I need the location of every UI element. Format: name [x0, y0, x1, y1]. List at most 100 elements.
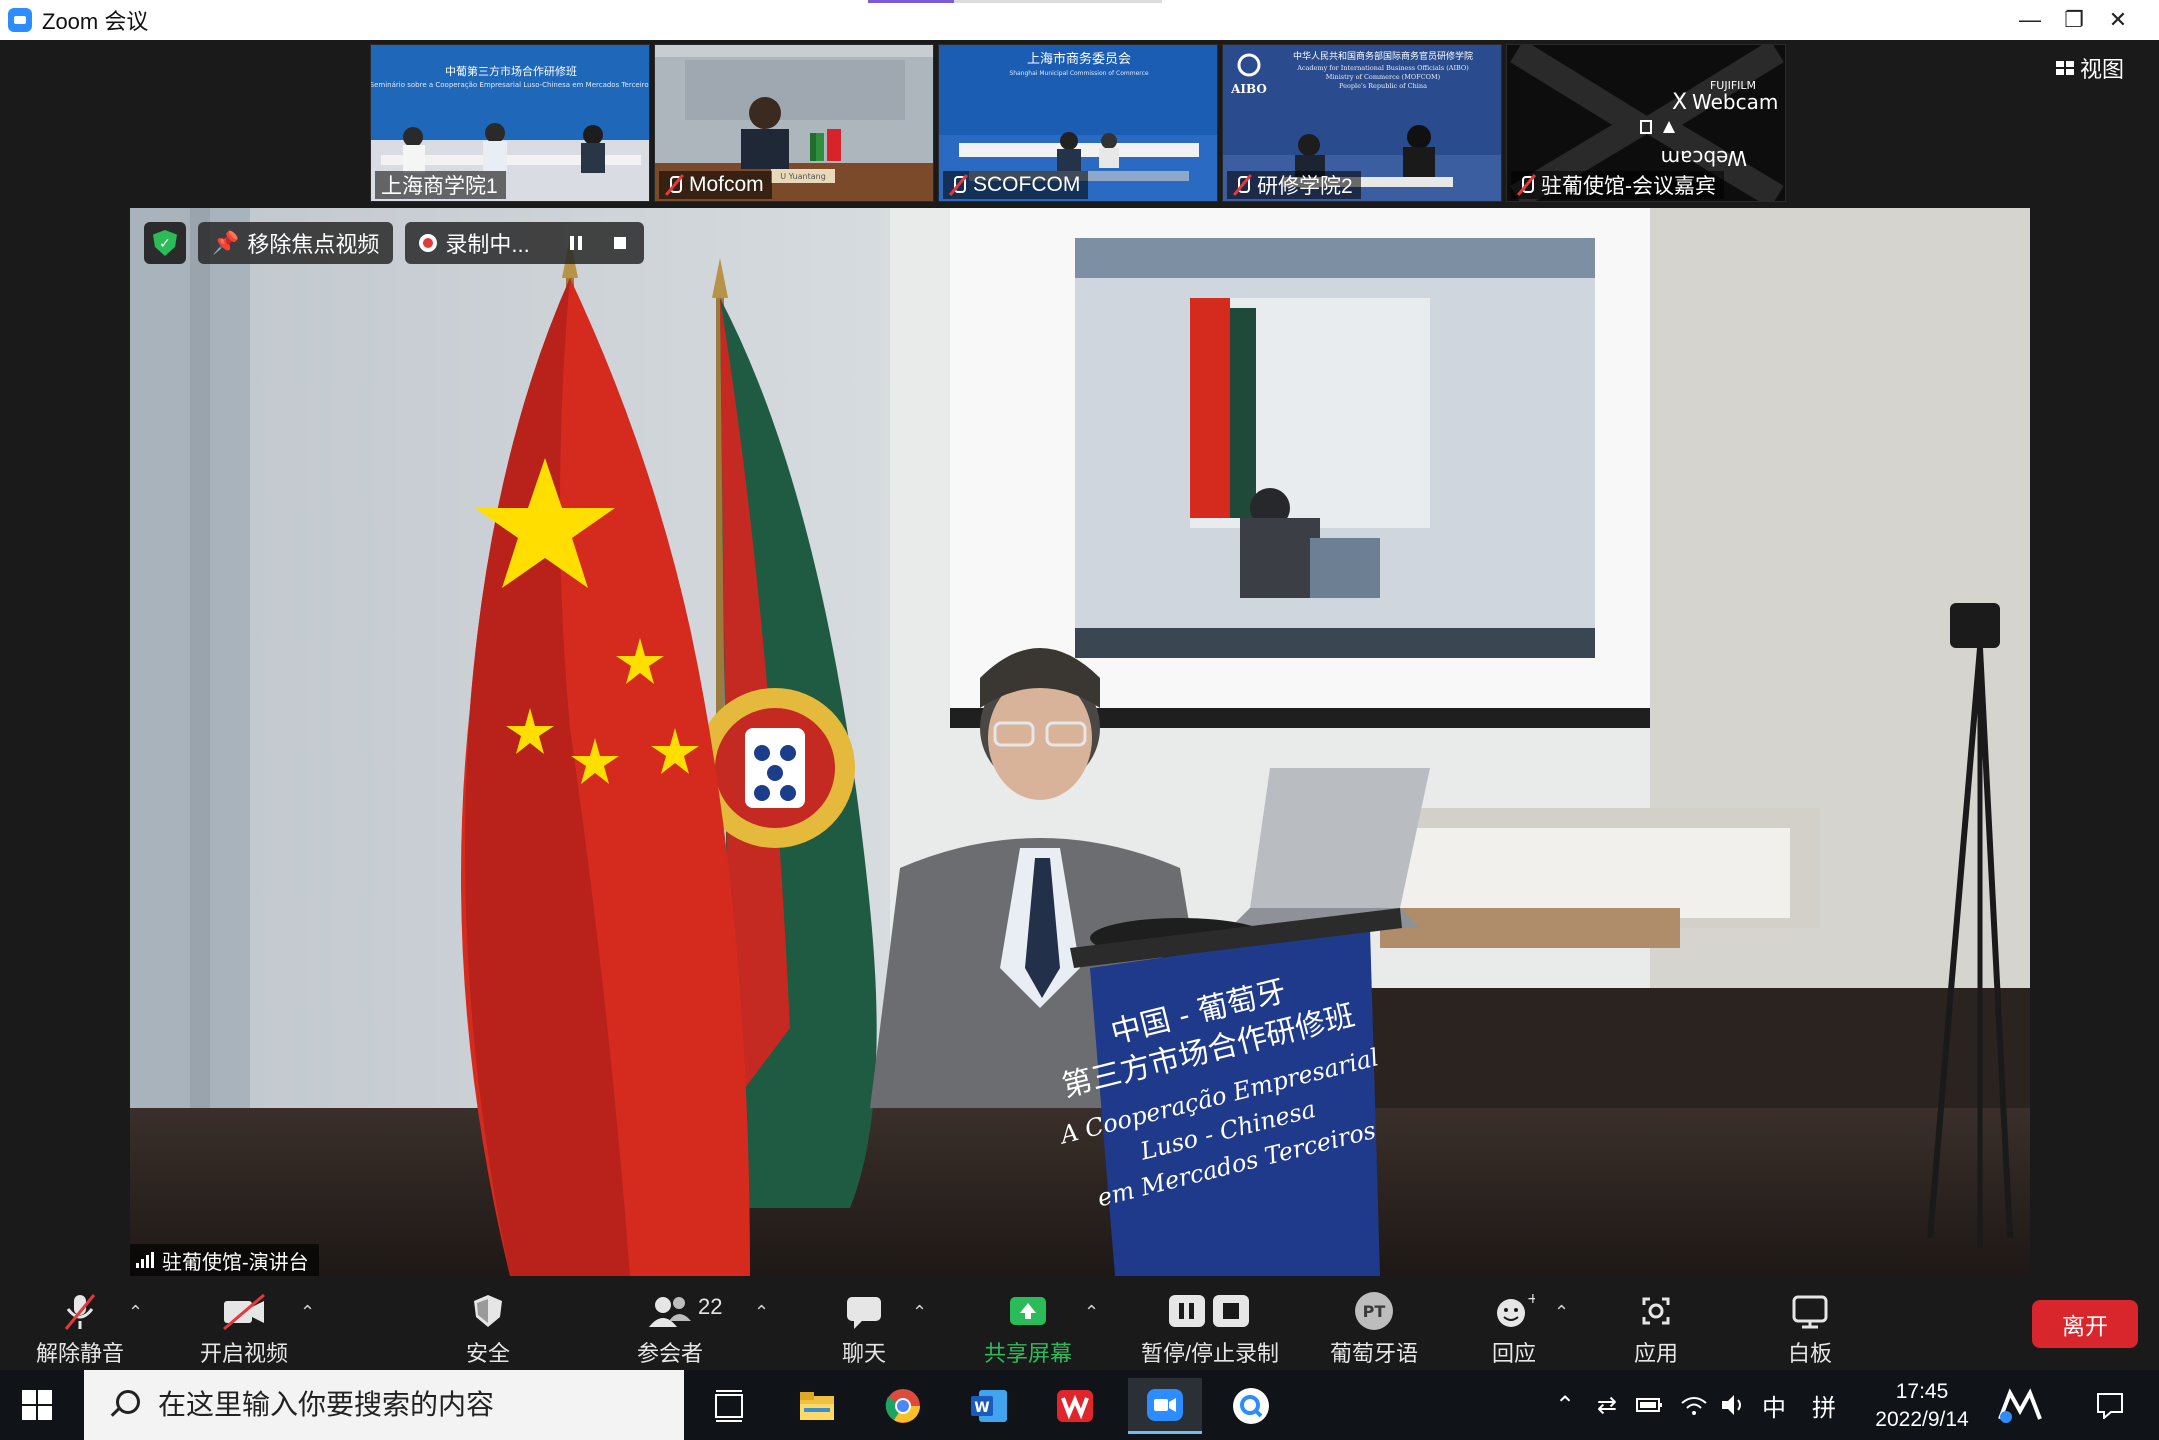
thumbnail-banner-subtitle: Seminário sobre a Cooperação Empresarial…: [371, 81, 650, 89]
webcam-brand: X: [1672, 90, 1687, 115]
webcam-mirror-logo: Webcam: [1661, 146, 1747, 170]
share-screen-label: 共享屏幕: [983, 1341, 1072, 1366]
volume-icon[interactable]: [1716, 1370, 1752, 1440]
leave-meeting-button[interactable]: 离开: [2032, 1300, 2138, 1348]
participant-thumbnail[interactable]: U Yuantang Mofcom: [654, 44, 934, 202]
interpretation-badge: PT: [1363, 1302, 1386, 1321]
participant-name-label: Mofcom: [659, 171, 772, 199]
notification-center-icon[interactable]: [2080, 1370, 2140, 1440]
pause-stop-recording-label: 暂停/停止录制: [1140, 1341, 1280, 1366]
main-speaker-video[interactable]: 中国 - 葡萄牙 第三方市场合作研修班 A Cooperação Empresa…: [130, 208, 2030, 1276]
window-title: Zoom 会议: [42, 9, 149, 34]
participant-thumbnail[interactable]: 中葡第三方市场合作研修班 Seminário sobre a Cooperaçã…: [370, 44, 650, 202]
participant-name-label: 驻葡使馆-会议嘉宾: [1511, 171, 1724, 199]
clock-date: 2022/9/14: [1875, 1408, 1969, 1431]
participant-thumbnail[interactable]: FUJIFILM X Webcam Webcam 驻葡使馆-会议嘉宾: [1506, 44, 1786, 202]
participant-name: Mofcom: [689, 173, 764, 196]
muted-mic-icon: [60, 1288, 100, 1334]
svg-text:Webcam: Webcam: [1661, 146, 1747, 170]
interpretation-button[interactable]: PT 葡萄牙语: [1324, 1288, 1424, 1370]
unpin-video-button[interactable]: 📌 移除焦点视频: [198, 222, 394, 264]
security-label: 安全: [465, 1341, 510, 1366]
participants-options-caret[interactable]: ⌃: [754, 1302, 769, 1323]
participant-name-label: 上海商学院1: [375, 171, 506, 199]
whiteboard-label: 白板: [1787, 1341, 1832, 1366]
search-input[interactable]: [158, 1389, 638, 1421]
unpin-video-label: 移除焦点视频: [247, 232, 380, 257]
grid-view-icon: [2056, 61, 2074, 75]
whiteboard-button[interactable]: 白板: [1770, 1288, 1850, 1370]
reactions-label: 回应: [1491, 1341, 1536, 1366]
battery-icon[interactable]: [1630, 1370, 1670, 1440]
language-globe-icon: PT: [1353, 1288, 1395, 1334]
pause-stop-recording-button[interactable]: 暂停/停止录制: [1130, 1288, 1290, 1370]
signal-strength-icon: [136, 1252, 154, 1268]
taskbar-clock[interactable]: 17:45 2022/9/14: [1862, 1378, 1982, 1434]
start-video-button[interactable]: 开启视频: [194, 1288, 294, 1370]
participant-name: 研修学院2: [1257, 175, 1353, 198]
file-explorer-icon[interactable]: [780, 1378, 854, 1434]
webcam-product: Webcam: [1692, 90, 1778, 114]
participant-name-label: SCOFCOM: [943, 171, 1089, 199]
pause-icon: [569, 236, 582, 250]
search-icon: [108, 1390, 140, 1420]
chat-button[interactable]: 聊天: [824, 1288, 904, 1370]
chat-options-caret[interactable]: ⌃: [912, 1302, 927, 1323]
view-button[interactable]: 视图: [2056, 52, 2124, 84]
network-switch-icon[interactable]: ⇄: [1590, 1370, 1624, 1440]
thumbnail-nameplate: U Yuantang: [780, 172, 826, 181]
security-button[interactable]: 安全: [448, 1288, 528, 1370]
zoom-app-icon: [8, 8, 32, 32]
muted-mic-icon: [1233, 174, 1251, 196]
participant-name-label: 研修学院2: [1227, 171, 1361, 199]
participants-count: 22: [698, 1294, 723, 1319]
wps-icon[interactable]: [1038, 1378, 1112, 1434]
video-overlay-controls: ✓ 📌 移除焦点视频 录制中...: [144, 222, 644, 264]
encryption-shield-button[interactable]: ✓: [144, 222, 186, 264]
close-button[interactable]: ✕: [2086, 0, 2150, 40]
unmute-button[interactable]: 解除静音: [30, 1288, 130, 1370]
svg-text:+: +: [1527, 1291, 1535, 1307]
pause-recording-button[interactable]: [558, 228, 594, 258]
wifi-icon[interactable]: [1676, 1370, 1712, 1440]
zoom-taskbar-icon[interactable]: [1128, 1378, 1202, 1434]
participants-icon: [647, 1288, 693, 1334]
app-tray-icon[interactable]: [1990, 1370, 2050, 1440]
tray-overflow-icon[interactable]: ⌃: [1548, 1370, 1582, 1440]
muted-mic-icon: [949, 174, 967, 196]
windows-start-icon[interactable]: [22, 1390, 52, 1420]
thumbnail-banner-subtitle: Shanghai Municipal Commission of Commerc…: [1009, 70, 1149, 77]
search-app-icon[interactable]: [1214, 1378, 1288, 1434]
participant-name: 上海商学院1: [381, 175, 498, 198]
taskbar-search[interactable]: [84, 1370, 684, 1440]
audio-options-caret[interactable]: ⌃: [128, 1302, 143, 1323]
reactions-button[interactable]: + 回应: [1474, 1288, 1554, 1370]
word-icon[interactable]: W: [952, 1378, 1026, 1434]
whiteboard-icon: [1790, 1288, 1830, 1334]
thumbnail-banner-subtitle: Academy for International Business Offic…: [1296, 64, 1469, 72]
participant-thumbnail[interactable]: AIBO 中华人民共和国商务部国际商务官员研修学院 Academy for In…: [1222, 44, 1502, 202]
ime-mode-indicator[interactable]: 拼: [1806, 1370, 1842, 1440]
task-view-icon[interactable]: [692, 1378, 766, 1434]
reactions-options-caret[interactable]: ⌃: [1554, 1302, 1569, 1323]
video-options-caret[interactable]: ⌃: [300, 1302, 315, 1323]
active-indicator: [868, 0, 954, 3]
apps-icon: [1636, 1288, 1676, 1334]
thumbnail-banner-title: 中华人民共和国商务部国际商务官员研修学院: [1293, 50, 1473, 62]
participants-label: 参会者: [636, 1341, 703, 1366]
chrome-icon[interactable]: [866, 1378, 940, 1434]
thumbnail-banner-subtitle: Ministry of Commerce (MOFCOM): [1326, 73, 1441, 81]
apps-button[interactable]: 应用: [1616, 1288, 1696, 1370]
recording-indicator: 录制中...: [405, 222, 644, 264]
participant-thumbnail[interactable]: 上海市商务委员会 Shanghai Municipal Commission o…: [938, 44, 1218, 202]
inactive-indicator: [954, 0, 1162, 3]
ime-language-indicator[interactable]: 中: [1756, 1370, 1792, 1440]
muted-mic-icon: [1517, 174, 1535, 196]
stop-recording-button[interactable]: [602, 228, 638, 258]
pin-icon: 📌: [212, 230, 240, 255]
share-screen-button[interactable]: 共享屏幕: [978, 1288, 1078, 1370]
thumbnail-banner-title: 中葡第三方市场合作研修班: [445, 64, 577, 78]
share-options-caret[interactable]: ⌃: [1084, 1302, 1099, 1323]
windows-taskbar: W ⌃ ⇄ 中 拼 17:45 2022/9/14: [0, 1370, 2159, 1440]
interpretation-label: 葡萄牙语: [1329, 1341, 1418, 1366]
